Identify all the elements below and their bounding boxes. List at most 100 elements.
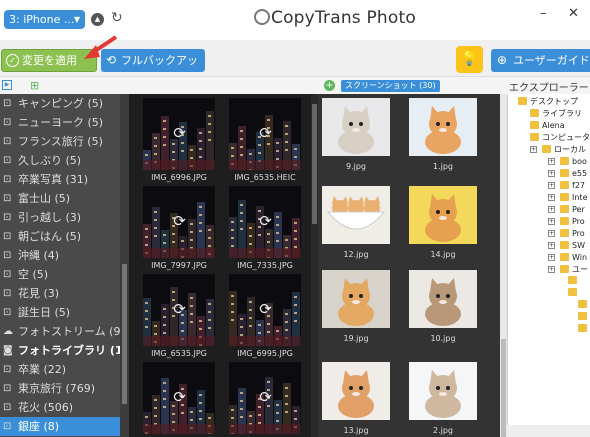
photo-filename: IMG_7335.JPG: [237, 261, 293, 270]
album-item[interactable]: ⊡ 卒業 (22): [0, 360, 129, 379]
tree-item[interactable]: デスクトップ: [518, 96, 578, 107]
scroll-thumb[interactable]: [501, 339, 506, 437]
tree-expander[interactable]: +: [548, 230, 555, 237]
album-item[interactable]: ⊡ 富士山 (5): [0, 189, 129, 208]
album-item[interactable]: ⊡ 空 (5): [0, 265, 129, 284]
photo-thumbnail[interactable]: ⟳: [229, 98, 301, 170]
close-button[interactable]: ✕: [568, 6, 579, 21]
album-item[interactable]: ⊡ キャンピング (5): [0, 94, 129, 113]
album-item[interactable]: ⊡ 沖縄 (4): [0, 246, 129, 265]
tree-expander[interactable]: +: [548, 206, 555, 213]
tree-item[interactable]: ユー: [560, 264, 588, 275]
tree-item[interactable]: Inte: [560, 192, 588, 203]
album-icon: ⊡: [3, 288, 12, 299]
tree-expander[interactable]: +: [548, 254, 555, 261]
tree-expander[interactable]: +: [548, 170, 555, 177]
tree-item[interactable]: Alena: [530, 120, 565, 131]
photo-thumbnail[interactable]: ⟳: [143, 186, 215, 258]
sync-icon: ⟳: [259, 212, 272, 230]
album-item[interactable]: ☁ フォトストリーム (9...: [0, 322, 129, 341]
tree-item-label: boo: [572, 157, 587, 166]
scroll-thumb[interactable]: [122, 264, 127, 404]
screenshot-thumbnail[interactable]: [322, 186, 390, 244]
screenshot-thumbnail[interactable]: [322, 270, 390, 328]
tree-expander[interactable]: +: [548, 194, 555, 201]
photo-grid-scrollbar[interactable]: [311, 94, 318, 437]
scroll-thumb[interactable]: [312, 104, 317, 224]
sync-icon: ⟳: [173, 388, 186, 406]
screenshot-scrollbar[interactable]: [500, 94, 507, 437]
play-icon[interactable]: ▶: [2, 80, 12, 90]
tree-expander[interactable]: +: [548, 158, 555, 165]
folder-icon[interactable]: [568, 288, 577, 296]
screenshot-grid: 9.jpg 1.jpg 12.jpg 14.jpg 19.jpg 10.jpg 13.jpg…: [318, 94, 504, 437]
album-item[interactable]: ⊡ フランス旅行 (5): [0, 132, 129, 151]
photo-thumbnail[interactable]: ⟳: [143, 274, 215, 346]
tree-item[interactable]: SW: [560, 240, 585, 251]
sync-icon: ⟳: [259, 300, 272, 318]
screenshot-thumbnail[interactable]: [409, 186, 477, 244]
album-item[interactable]: ⊡ 銀座 (8): [0, 417, 129, 436]
album-item[interactable]: ⊡ 花火 (506): [0, 398, 129, 417]
screenshot-thumbnail[interactable]: [322, 98, 390, 156]
album-icon: ⊡: [3, 155, 12, 166]
album-item[interactable]: ⊡ 引っ越し (3): [0, 208, 129, 227]
photo-thumbnail[interactable]: ⟳: [143, 98, 215, 170]
tree-expander[interactable]: +: [548, 182, 555, 189]
photo-thumbnail[interactable]: ⟳: [143, 362, 215, 434]
album-item[interactable]: ⊡ 東京旅行 (769): [0, 379, 129, 398]
explorer-scrollbar[interactable]: [507, 425, 590, 437]
sync-icon: ⟳: [259, 388, 272, 406]
eject-icon[interactable]: ▲: [91, 13, 104, 26]
chevron-down-icon: ▼: [73, 15, 80, 24]
tree-item[interactable]: ローカル: [542, 144, 586, 155]
tree-item[interactable]: f27: [560, 180, 585, 191]
album-list-scrollbar[interactable]: [120, 94, 129, 437]
screenshot-thumbnail[interactable]: [409, 270, 477, 328]
minimize-button[interactable]: –: [540, 6, 547, 21]
album-item[interactable]: ⊡ 朝ごはん (5): [0, 227, 129, 246]
new-album-icon[interactable]: ⊞: [30, 79, 39, 92]
photo-thumbnail[interactable]: ⟳: [229, 274, 301, 346]
album-item[interactable]: ◙ フォトライブラリ (142...: [0, 341, 129, 360]
album-label: 花火 (506): [18, 401, 74, 414]
album-item[interactable]: ⊡ 久しぶり (5): [0, 151, 129, 170]
album-item[interactable]: ⊡ 誕生日 (5): [0, 303, 129, 322]
tree-item[interactable]: ライブラリ: [530, 108, 582, 119]
screenshot-thumbnail[interactable]: [322, 362, 390, 420]
device-select[interactable]: 3: iPhone ... ▼: [4, 10, 85, 29]
tab-screenshots[interactable]: スクリーンショット (30): [341, 80, 440, 92]
folder-icon[interactable]: [578, 324, 587, 332]
tree-expander[interactable]: +: [548, 266, 555, 273]
tree-item-label: f27: [572, 181, 585, 190]
tree-item[interactable]: Per: [560, 204, 585, 215]
screenshot-thumbnail[interactable]: [409, 98, 477, 156]
tree-expander[interactable]: +: [548, 218, 555, 225]
tree-item[interactable]: Win: [560, 252, 587, 263]
photo-thumbnail[interactable]: ⟳: [229, 186, 301, 258]
tree-item[interactable]: Pro: [560, 216, 585, 227]
folder-icon: [560, 253, 569, 261]
tree-expander[interactable]: +: [548, 242, 555, 249]
sync-icon: ⟳: [173, 212, 186, 230]
album-item[interactable]: ⊡ ニューヨーク (5): [0, 113, 129, 132]
screenshot-thumbnail[interactable]: [409, 362, 477, 420]
album-item[interactable]: ⊡ 花見 (3): [0, 284, 129, 303]
add-icon[interactable]: +: [324, 80, 335, 91]
tree-item[interactable]: e55: [560, 168, 587, 179]
album-item[interactable]: ⊡ 卒業写真 (31): [0, 170, 129, 189]
user-guide-button[interactable]: ⊕ ユーザーガイド: [491, 49, 590, 72]
refresh-icon[interactable]: ↻: [111, 11, 126, 26]
tree-item[interactable]: Pro: [560, 228, 585, 239]
folder-icon[interactable]: [568, 276, 577, 284]
tree-item[interactable]: boo: [560, 156, 587, 167]
tips-button[interactable]: 💡: [456, 46, 483, 73]
photo-filename: IMG_7997.JPG: [151, 261, 207, 270]
tree-expander[interactable]: +: [530, 146, 537, 153]
kitten-image: [322, 270, 390, 328]
album-label: フォトライブラリ (142...: [18, 344, 129, 357]
folder-icon[interactable]: [578, 312, 587, 320]
folder-icon[interactable]: [578, 300, 587, 308]
tree-item[interactable]: コンピュータ: [530, 132, 590, 143]
photo-thumbnail[interactable]: ⟳: [229, 362, 301, 434]
